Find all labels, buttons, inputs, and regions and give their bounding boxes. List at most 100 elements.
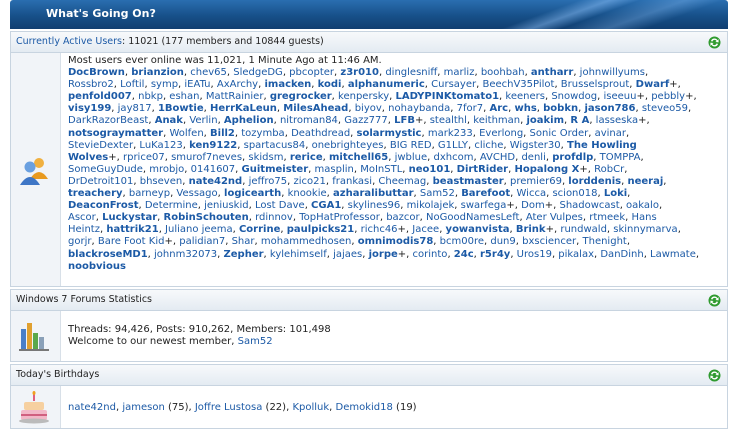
member-link[interactable]: frankasi xyxy=(332,176,372,187)
member-link[interactable]: paulpicks21 xyxy=(287,224,355,235)
member-link[interactable]: rprice07 xyxy=(123,152,165,163)
member-link[interactable]: DrDetroit101 xyxy=(68,176,133,187)
member-link[interactable]: stealthl xyxy=(430,115,467,126)
member-link[interactable]: steveo59 xyxy=(642,103,688,114)
member-link[interactable]: Everlong xyxy=(479,128,523,139)
member-link[interactable]: HerrKaLeun xyxy=(210,103,277,114)
member-link[interactable]: Loki xyxy=(604,188,627,199)
member-link[interactable]: alphanumeric xyxy=(348,79,425,90)
member-link[interactable]: Ater Vulpes xyxy=(526,212,583,223)
member-link[interactable]: bazcor xyxy=(386,212,419,223)
member-link[interactable]: noobvious xyxy=(68,261,126,272)
member-link[interactable]: Thenight xyxy=(583,236,627,247)
member-link[interactable]: keithman xyxy=(473,115,520,126)
member-link[interactable]: penfold007 xyxy=(68,91,132,102)
member-link[interactable]: Dom xyxy=(521,200,545,211)
member-link[interactable]: eshan xyxy=(169,91,199,102)
member-link[interactable]: Hans xyxy=(631,212,656,223)
member-link[interactable]: dxhcom xyxy=(434,152,474,163)
member-link[interactable]: Wicca xyxy=(517,188,547,199)
member-link[interactable]: RobinSchouten xyxy=(164,212,249,223)
member-link[interactable]: Brink xyxy=(516,224,546,235)
member-link[interactable]: r5r4y xyxy=(480,249,510,260)
member-link[interactable]: dinglesniff xyxy=(385,67,437,78)
member-link[interactable]: antharr xyxy=(531,67,573,78)
member-link[interactable]: Aphelion xyxy=(224,115,274,126)
member-link[interactable]: TOMPPA xyxy=(600,152,641,163)
member-link[interactable]: rtmeek xyxy=(589,212,625,223)
member-link[interactable]: 0141607 xyxy=(191,164,236,175)
active-users-link[interactable]: Currently Active Users xyxy=(16,36,122,47)
member-link[interactable]: 24c xyxy=(454,249,474,260)
member-link[interactable]: keeners xyxy=(505,91,545,102)
member-link[interactable]: jay817 xyxy=(118,103,152,114)
member-link[interactable]: dun9 xyxy=(490,236,515,247)
member-link[interactable]: mikolajek xyxy=(407,200,455,211)
member-link[interactable]: LFB xyxy=(394,115,415,126)
member-link[interactable]: iEATu xyxy=(184,79,210,90)
member-link[interactable]: barneyp xyxy=(129,188,170,199)
member-link[interactable]: AVCHD xyxy=(480,152,515,163)
member-link[interactable]: Ascor xyxy=(68,212,96,223)
member-link[interactable]: rerice xyxy=(290,152,323,163)
member-link[interactable]: Bare Foot Kid xyxy=(98,236,165,247)
member-link[interactable]: MoInSTL xyxy=(360,164,402,175)
member-link[interactable]: Brusselsprout xyxy=(561,79,630,90)
member-link[interactable]: kenpersky xyxy=(338,91,389,102)
member-link[interactable]: SomeGuyDude xyxy=(68,164,143,175)
member-link[interactable]: johnm32073 xyxy=(154,249,217,260)
member-link[interactable]: CGA1 xyxy=(311,200,341,211)
member-link[interactable]: jeniuskid xyxy=(204,200,249,211)
member-link[interactable]: corinto xyxy=(413,249,448,260)
member-link[interactable]: Dwarf xyxy=(636,79,670,90)
member-link[interactable]: DirtRider xyxy=(457,164,508,175)
member-link[interactable]: Corrine xyxy=(239,224,280,235)
member-link[interactable]: Cheemag xyxy=(378,176,426,187)
member-link[interactable]: R A xyxy=(570,115,589,126)
member-link[interactable]: MilesAhead xyxy=(283,103,348,114)
member-link[interactable]: RobCr xyxy=(594,164,624,175)
member-link[interactable]: DarkRazorBeast xyxy=(68,115,148,126)
member-link[interactable]: iseeuu xyxy=(603,91,636,102)
member-link[interactable]: Vessago xyxy=(176,188,217,199)
birthday-member-link[interactable]: Demokid18 xyxy=(336,402,393,413)
refresh-icon[interactable] xyxy=(708,36,721,49)
member-link[interactable]: masplin xyxy=(315,164,354,175)
member-link[interactable]: johnwillyums xyxy=(580,67,645,78)
member-link[interactable]: notsograymatter xyxy=(68,128,163,139)
member-link[interactable]: logicearth xyxy=(224,188,281,199)
member-link[interactable]: mark233 xyxy=(428,128,473,139)
member-link[interactable]: Deathdread xyxy=(291,128,350,139)
member-link[interactable]: treachery xyxy=(68,188,123,199)
member-link[interactable]: biyov xyxy=(355,103,382,114)
member-link[interactable]: Sonic Order xyxy=(530,128,589,139)
member-link[interactable]: nate42nd xyxy=(189,176,243,187)
member-link[interactable]: Zepher xyxy=(224,249,264,260)
member-link[interactable]: Verlin xyxy=(189,115,217,126)
member-link[interactable]: Lawmate xyxy=(650,249,696,260)
member-link[interactable]: Rossbro2 xyxy=(68,79,114,90)
member-link[interactable]: 7for7 xyxy=(457,103,483,114)
member-link[interactable]: nbkp xyxy=(138,91,163,102)
member-link[interactable]: rdinnov xyxy=(255,212,293,223)
birthday-member-link[interactable]: Kpolluk xyxy=(292,402,329,413)
member-link[interactable]: Guitmeister xyxy=(242,164,309,175)
member-link[interactable]: rundwald xyxy=(560,224,607,235)
member-link[interactable]: jajaes xyxy=(333,249,362,260)
member-link[interactable]: smurof7neves xyxy=(171,152,242,163)
member-link[interactable]: MattRainier xyxy=(206,91,264,102)
member-link[interactable]: onebrighteyes xyxy=(312,140,384,151)
member-link[interactable]: Jacee xyxy=(412,224,439,235)
member-link[interactable]: mrobjo xyxy=(149,164,184,175)
refresh-icon[interactable] xyxy=(708,369,721,382)
member-link[interactable]: jason786 xyxy=(584,103,635,114)
member-link[interactable]: bobkn xyxy=(543,103,578,114)
member-link[interactable]: mitchell65 xyxy=(329,152,388,163)
member-link[interactable]: jorpe xyxy=(369,249,398,260)
member-link[interactable]: Heintz xyxy=(68,224,100,235)
refresh-icon[interactable] xyxy=(708,294,721,307)
member-link[interactable]: Wigster30 xyxy=(510,140,561,151)
member-link[interactable]: premier69 xyxy=(510,176,562,187)
member-link[interactable]: ken9122 xyxy=(189,140,237,151)
member-link[interactable]: blackroseMD1 xyxy=(68,249,148,260)
